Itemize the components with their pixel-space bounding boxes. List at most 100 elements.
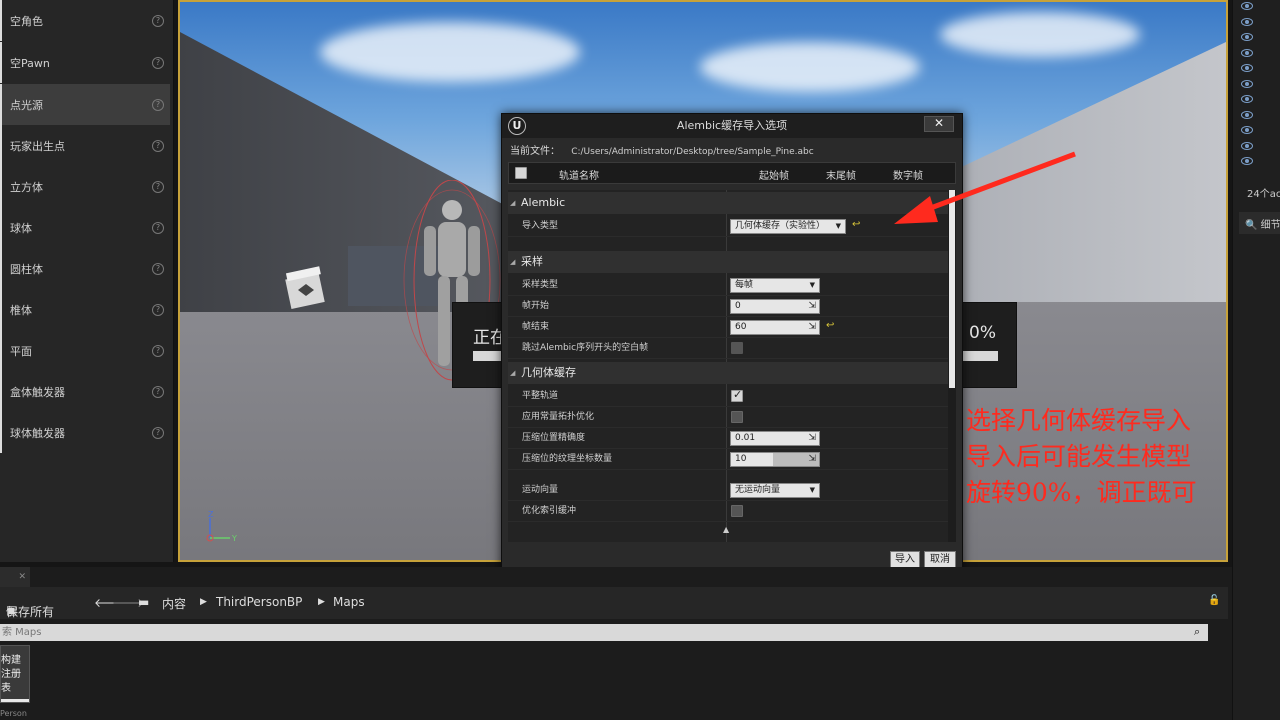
help-icon[interactable]: ? xyxy=(152,303,164,316)
visibility-eye-icon[interactable] xyxy=(1241,110,1253,119)
breadcrumb-maps[interactable]: Maps xyxy=(333,595,365,609)
help-icon[interactable]: ? xyxy=(152,56,164,69)
actor-item[interactable]: 点光源? xyxy=(0,84,170,125)
help-icon[interactable]: ? xyxy=(152,344,164,357)
actor-item-label: 椎体 xyxy=(10,303,32,317)
visibility-eye-icon[interactable] xyxy=(1241,141,1253,150)
actor-item[interactable]: 椎体? xyxy=(0,289,170,330)
ue-editor-window: 空角色? 空Pawn? 点光源? 玩家出生点? 立方体? 球体? 圆柱体? 椎体? 平面? 盒体触… xyxy=(0,0,1280,720)
actor-item-label: 点光源 xyxy=(10,98,43,112)
help-icon[interactable]: ? xyxy=(152,426,164,439)
import-type-dropdown[interactable]: 几何体缓存（实验性） xyxy=(730,219,846,234)
section-geometry-cache[interactable]: 几何体缓存 xyxy=(508,362,948,384)
visibility-eye-icon[interactable] xyxy=(1241,126,1253,134)
position-precision-row: 压缩位置精确度 xyxy=(508,428,948,449)
place-actors-panel: 空角色? 空Pawn? 点光源? 玩家出生点? 立方体? 球体? 圆柱体? 椎体? 平面? 盒体触… xyxy=(0,0,174,562)
constant-topology-label: 应用常量拓扑优化 xyxy=(522,412,595,422)
sampling-type-row: 采样类型 xyxy=(508,275,948,296)
help-icon[interactable]: ? xyxy=(152,385,164,398)
annotation-line: 导入后可能发生模型 xyxy=(966,442,1192,471)
visibility-eye-icon[interactable] xyxy=(1241,157,1253,165)
red-arrow-annotation xyxy=(894,151,1076,224)
actor-item[interactable]: 圆柱体? xyxy=(0,248,170,289)
breadcrumb-content[interactable]: 内容 xyxy=(162,595,186,612)
current-file-label: 当前文件： xyxy=(510,146,560,157)
lock-icon[interactable]: 🔓 xyxy=(1208,595,1220,606)
outliner-panel: 24个ac 🔍 细节 xyxy=(1232,0,1280,720)
end-frame-header: 末尾帧 xyxy=(826,171,856,182)
constant-topology-row: 应用常量拓扑优化 xyxy=(508,407,948,428)
asset-color-bar xyxy=(1,699,29,702)
skip-empty-checkbox[interactable] xyxy=(731,342,743,354)
motion-vectors-row: 运动向量 xyxy=(508,480,948,501)
flatten-tracks-row: 平整轨道 xyxy=(508,386,948,407)
folder-icon: ▬ xyxy=(138,595,150,609)
select-all-tracks-checkbox[interactable] xyxy=(515,167,527,179)
reset-default-icon[interactable]: ↩ xyxy=(852,219,860,230)
search-icon: 🔍 xyxy=(1245,220,1258,231)
actor-item[interactable]: 立方体? xyxy=(0,166,170,207)
settings-scrollbar[interactable] xyxy=(948,190,956,542)
actor-item[interactable]: 球体? xyxy=(0,207,170,248)
dialog-title: Alembic缓存导入选项 xyxy=(676,119,788,132)
texcoord-bits-label: 压缩位的纹理坐标数量 xyxy=(522,454,613,464)
cancel-button[interactable]: 取消 xyxy=(924,551,956,568)
optimize-index-label: 优化索引缓冲 xyxy=(522,506,577,516)
current-file-path: C:/Users/Administrator/Desktop/tree/Samp… xyxy=(571,147,814,157)
content-browser-tab[interactable]: ✕ xyxy=(0,567,30,587)
expand-advanced-icon[interactable]: ▲ xyxy=(723,525,729,534)
search-icon[interactable]: ⌕ xyxy=(1194,625,1208,639)
actor-item-label: 立方体 xyxy=(10,180,43,194)
start-frame-header: 起始帧 xyxy=(759,171,789,182)
frame-start-input[interactable]: 0 xyxy=(730,299,820,314)
reset-default-icon[interactable]: ↩ xyxy=(826,320,834,331)
visibility-eye-icon[interactable] xyxy=(1241,79,1253,88)
frame-end-input[interactable]: 60 xyxy=(730,320,820,335)
optimize-index-checkbox[interactable] xyxy=(731,505,743,517)
save-all-label: 保存所有 xyxy=(6,605,55,619)
actor-item[interactable]: 空Pawn? xyxy=(0,42,170,83)
actor-item-label: 盒体触发器 xyxy=(10,385,65,399)
actor-item-label: 空Pawn xyxy=(10,56,50,70)
flatten-tracks-checkbox[interactable] xyxy=(731,388,743,402)
help-icon[interactable]: ? xyxy=(152,180,164,193)
import-button[interactable]: 导入 xyxy=(890,551,920,568)
help-icon[interactable]: ? xyxy=(152,139,164,152)
breadcrumb-thirdpersonbp[interactable]: ThirdPersonBP xyxy=(216,595,302,609)
asset-caption: Person xyxy=(0,709,27,718)
actor-item-label: 圆柱体 xyxy=(10,262,43,276)
actor-item[interactable]: 空角色? xyxy=(0,0,170,41)
actor-item-label: 空角色 xyxy=(10,14,43,28)
texcoord-bits-slider[interactable]: 10 xyxy=(730,452,820,467)
help-icon[interactable]: ? xyxy=(152,221,164,234)
help-icon[interactable]: ? xyxy=(152,98,164,111)
actor-item-label: 玩家出生点 xyxy=(10,139,65,153)
actor-item[interactable]: 盒体触发器? xyxy=(0,371,170,412)
visibility-eye-icon[interactable] xyxy=(1241,33,1253,41)
cloud xyxy=(940,12,1140,57)
section-sampling[interactable]: 采样 xyxy=(508,251,948,273)
sampling-type-dropdown[interactable]: 每帧 xyxy=(730,278,820,293)
actor-item[interactable]: 球体触发器? xyxy=(0,412,170,453)
visibility-eye-icon[interactable] xyxy=(1241,17,1253,26)
constant-topology-checkbox[interactable] xyxy=(731,411,743,423)
close-tab-icon[interactable]: ✕ xyxy=(18,572,26,582)
help-icon[interactable]: ? xyxy=(152,262,164,275)
breadcrumb-separator-icon: ▶ xyxy=(200,597,207,607)
annotation-line: 旋转90%，调正既可 xyxy=(966,478,1197,507)
position-precision-input[interactable]: 0.01 xyxy=(730,431,820,446)
motion-vectors-dropdown[interactable]: 无运动向量 xyxy=(730,483,820,498)
visibility-eye-icon[interactable] xyxy=(1241,2,1253,10)
actor-item[interactable]: 平面? xyxy=(0,330,170,371)
asset-tile[interactable]: 构建 注册 表 xyxy=(0,645,30,703)
visibility-eye-icon[interactable] xyxy=(1241,48,1253,57)
actor-item[interactable]: 玩家出生点? xyxy=(0,125,170,166)
visibility-eye-icon[interactable] xyxy=(1241,64,1253,72)
visibility-eye-icon[interactable] xyxy=(1241,95,1253,103)
asset-search-input[interactable]: 索 Maps xyxy=(0,624,1208,641)
help-icon[interactable]: ? xyxy=(152,14,164,27)
close-button[interactable]: ✕ xyxy=(924,116,954,132)
tab-details[interactable]: 🔍 细节 xyxy=(1239,212,1280,234)
cloud xyxy=(700,42,920,92)
axis-gizmo-icon: Z Y xyxy=(206,510,237,543)
